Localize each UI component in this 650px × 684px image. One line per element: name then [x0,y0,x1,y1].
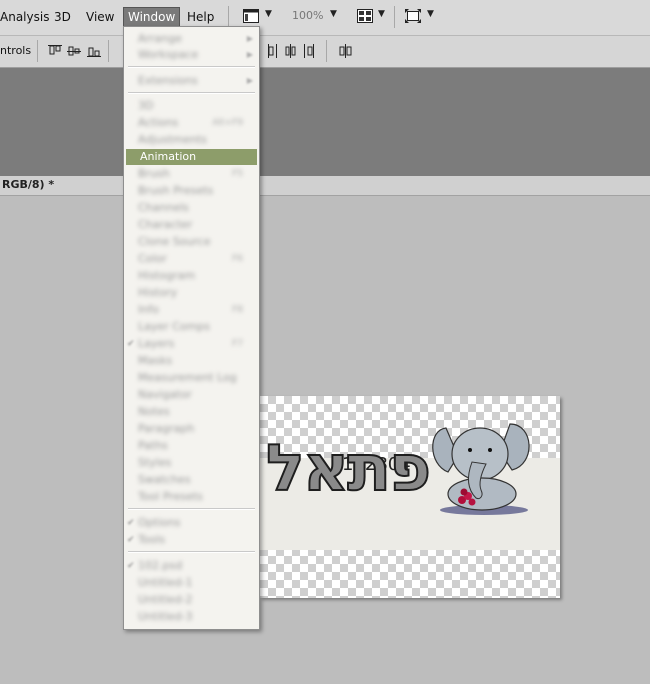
window-menu-item[interactable]: Extensions ▶ [126,73,257,89]
window-menu-item[interactable]: Untitled-3 [126,609,257,625]
chevron-down-icon[interactable]: ▼ [265,9,272,19]
menubar-separator [394,6,395,28]
window-menu-item[interactable]: ✔ 102.psd [126,558,257,574]
window-menu-item[interactable]: Untitled-2 [126,592,257,608]
window-menu-item[interactable]: Paths [126,438,257,454]
menu-help[interactable]: Help [183,8,218,27]
arrange-documents-icon[interactable] [357,9,373,23]
checkmark-icon: ✔ [127,518,135,528]
chevron-down-icon[interactable]: ▼ [330,9,337,19]
window-menu-item[interactable]: Brush Presets [126,183,257,199]
chevron-right-icon: ▶ [246,76,253,85]
window-menu-item[interactable]: History [126,285,257,301]
document-canvas[interactable]: 102804 פתאל [260,396,560,598]
chevron-right-icon: ▶ [246,34,253,43]
menu-bar: Analysis 3D View Window Help ▼ 100% ▼ ▼ … [0,0,650,36]
menu-window[interactable]: Window [123,7,181,28]
menu-view[interactable]: View [82,8,118,27]
panel-dock-area [0,68,650,176]
menu-separator [128,551,255,553]
window-menu-item[interactable]: Info F8 [126,302,257,318]
window-menu-item[interactable]: Brush F5 [126,166,257,182]
auto-align-layers-icon[interactable] [339,44,353,58]
window-menu-item[interactable]: Swatches [126,472,257,488]
window-menu-item[interactable]: Adjustments [126,132,257,148]
checkmark-icon: ✔ [127,561,135,571]
menu-separator [128,508,255,510]
window-menu-item[interactable]: Masks [126,353,257,369]
screen-mode-icon[interactable] [243,9,259,23]
fullscreen-icon[interactable] [405,9,421,23]
document-tab[interactable]: RGB/8) * [0,176,650,196]
window-menu-item[interactable]: Notes [126,404,257,420]
distribute-centers-icon[interactable] [284,44,298,58]
menu-separator [128,66,255,68]
window-menu-item[interactable]: Layer Comps [126,319,257,335]
window-menu-item[interactable]: Arrange ▶ [126,31,257,47]
options-separator [326,40,327,62]
canvas-art-text: פתאל [265,431,432,507]
options-bar: ntrols [0,36,650,68]
elephant-illustration [432,423,530,515]
window-menu-item[interactable]: Clone Source [126,234,257,250]
window-menu-item[interactable]: ✔ Tools [126,532,257,548]
document-title: RGB/8) * [2,178,55,191]
menu-3d[interactable]: 3D [50,8,75,27]
show-transform-controls-label[interactable]: ntrols [0,44,31,57]
window-menu-dropdown: Arrange ▶ Workspace ▶ Extensions ▶ 3D Actio… [123,26,260,630]
window-menu-item[interactable]: Navigator [126,387,257,403]
window-menu-item[interactable]: Tool Presets [126,489,257,505]
align-bottom-edges-icon[interactable] [87,44,101,58]
zoom-level[interactable]: 100% [292,9,323,22]
menu-analysis[interactable]: Analysis [0,8,53,27]
window-menu-item[interactable]: Paragraph [126,421,257,437]
window-menu-item[interactable]: 3D [126,98,257,114]
window-menu-item[interactable]: ✔ Layers F7 [126,336,257,352]
window-menu-item-animation[interactable]: Animation [126,149,257,165]
distribute-icon[interactable] [266,44,280,58]
window-menu-item[interactable]: ✔ Options [126,515,257,531]
menu-separator [128,92,255,94]
checkmark-icon: ✔ [127,535,135,545]
options-separator [108,40,109,62]
window-menu-item[interactable]: Untitled-1 [126,575,257,591]
window-menu-item[interactable]: Color F6 [126,251,257,267]
window-menu-item[interactable]: Measurement Log [126,370,257,386]
menubar-separator [228,6,229,28]
window-menu-item[interactable]: Actions Alt+F9 [126,115,257,131]
window-menu-item[interactable]: Character [126,217,257,233]
options-separator [37,40,38,62]
chevron-right-icon: ▶ [246,50,253,59]
align-top-edges-icon[interactable] [48,44,62,58]
chevron-down-icon[interactable]: ▼ [378,9,385,19]
align-vertical-centers-icon[interactable] [67,44,81,58]
checkmark-icon: ✔ [127,339,135,349]
chevron-down-icon[interactable]: ▼ [427,9,434,19]
window-menu-item[interactable]: Styles [126,455,257,471]
window-menu-item[interactable]: Channels [126,200,257,216]
window-menu-item[interactable]: Histogram [126,268,257,284]
window-menu-item[interactable]: Workspace ▶ [126,47,257,63]
distribute-right-icon[interactable] [302,44,316,58]
